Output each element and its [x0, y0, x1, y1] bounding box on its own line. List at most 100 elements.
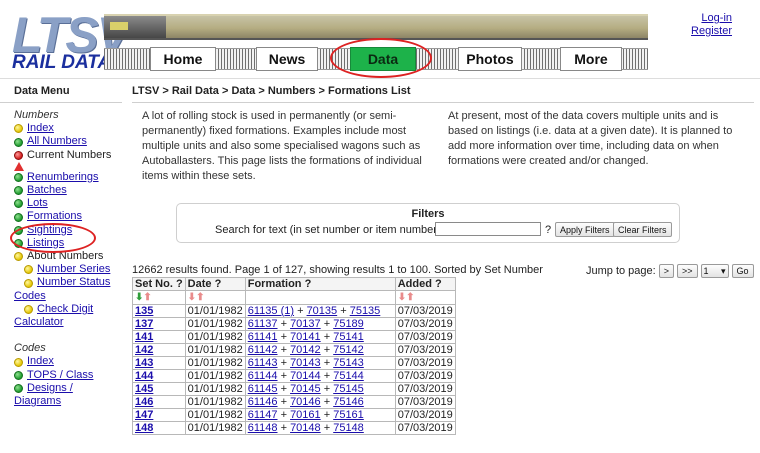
- set-number-link[interactable]: 143: [135, 357, 153, 369]
- sidebar-item-lots[interactable]: Lots: [14, 197, 124, 210]
- formation-item-link[interactable]: 61135 (1): [248, 305, 294, 317]
- formation-item-link[interactable]: 70148: [290, 422, 321, 434]
- nav-news[interactable]: News: [256, 47, 318, 71]
- col-header-date[interactable]: Date ?: [184, 277, 246, 291]
- formation-item-link[interactable]: 61137: [248, 318, 278, 330]
- sidebar-item-label[interactable]: Lots: [27, 197, 48, 210]
- formation-item-link[interactable]: 61143: [248, 357, 278, 369]
- sidebar-item-current-numbers: Current Numbers: [14, 149, 124, 162]
- sidebar-item-label[interactable]: Codes: [14, 290, 46, 303]
- formation-item-link[interactable]: 75148: [333, 422, 364, 434]
- formation-item-link[interactable]: 61148: [248, 422, 278, 434]
- sidebar-item-tops-class[interactable]: TOPS / Class: [14, 369, 124, 382]
- sidebar-item-check-digit[interactable]: Check Digit: [14, 303, 124, 316]
- formation-item-link[interactable]: 75144: [333, 370, 364, 382]
- sidebar-item-label[interactable]: Index: [27, 122, 54, 135]
- formation-item-link[interactable]: 70135: [307, 305, 338, 317]
- clear-filters-button[interactable]: Clear Filters: [613, 222, 672, 237]
- set-number-link[interactable]: 145: [135, 383, 153, 395]
- formation-item-link[interactable]: 75135: [350, 305, 381, 317]
- set-number-link[interactable]: 144: [135, 370, 153, 382]
- sidebar-item-label[interactable]: Designs /: [27, 382, 73, 395]
- sidebar-item-formations[interactable]: Formations: [14, 210, 124, 223]
- col-header-added[interactable]: Added ?: [394, 277, 456, 291]
- added-cell: 07/03/2019: [394, 343, 456, 357]
- formation-item-link[interactable]: 75189: [333, 318, 364, 330]
- next-page-button[interactable]: >: [658, 264, 674, 278]
- sidebar-item-calculator[interactable]: Calculator: [14, 316, 124, 329]
- set-number-link[interactable]: 148: [135, 422, 153, 434]
- sidebar-item-codes[interactable]: Codes: [14, 290, 124, 303]
- arrow-up-icon[interactable]: ⬆: [196, 292, 204, 303]
- sidebar-item-renumberings[interactable]: Renumberings: [14, 171, 124, 184]
- formation-cell: 61144 + 70144 + 75144: [244, 369, 396, 383]
- sidebar-item-label[interactable]: Formations: [27, 210, 82, 223]
- sidebar-item-label[interactable]: Calculator: [14, 316, 64, 329]
- added-cell: 07/03/2019: [394, 408, 456, 422]
- nav-more[interactable]: More: [560, 47, 622, 71]
- sidebar-item-designs[interactable]: Designs /: [14, 382, 124, 395]
- sidebar-item-label[interactable]: Number Series: [37, 263, 110, 276]
- login-link[interactable]: Log-in: [668, 12, 732, 25]
- formation-item-link[interactable]: 75142: [333, 344, 364, 356]
- go-button[interactable]: Go: [731, 264, 754, 278]
- formation-item-link[interactable]: 75143: [333, 357, 364, 369]
- search-help[interactable]: ?: [545, 224, 551, 236]
- set-number-link[interactable]: 142: [135, 344, 153, 356]
- sidebar-item-label[interactable]: Check Digit: [37, 303, 93, 316]
- formation-item-link[interactable]: 75141: [333, 331, 364, 343]
- sidebar-item-label[interactable]: Batches: [27, 184, 67, 197]
- sidebar-item-label[interactable]: Diagrams: [14, 395, 61, 408]
- search-input[interactable]: [435, 222, 541, 236]
- sidebar-item-label[interactable]: Renumberings: [27, 171, 99, 184]
- set-number-link[interactable]: 137: [135, 318, 153, 330]
- formation-item-link[interactable]: 70143: [290, 357, 321, 369]
- formation-item-link[interactable]: 70144: [290, 370, 321, 382]
- formation-item-link[interactable]: 70145: [290, 383, 321, 395]
- sidebar-item-number-series[interactable]: Number Series: [14, 263, 124, 276]
- last-page-button[interactable]: >>: [676, 264, 698, 278]
- sidebar-item-number-status[interactable]: Number Status: [14, 276, 124, 289]
- formation-item-link[interactable]: 61141: [248, 331, 278, 343]
- site-logo-subtitle[interactable]: RAIL DATA: [12, 52, 111, 74]
- formation-item-link[interactable]: 61142: [248, 344, 278, 356]
- nav-photos[interactable]: Photos: [458, 47, 522, 71]
- col-header-formation[interactable]: Formation ?: [244, 277, 396, 291]
- sidebar-item-index[interactable]: Index: [14, 122, 124, 135]
- sidebar-item-label[interactable]: Index: [27, 355, 54, 368]
- formation-item-link[interactable]: 70146: [290, 396, 321, 408]
- set-number-link[interactable]: 147: [135, 409, 153, 421]
- sidebar-item-diagrams[interactable]: Diagrams: [14, 395, 124, 408]
- formation-item-link[interactable]: 70161: [290, 409, 321, 421]
- sidebar-item-label[interactable]: TOPS / Class: [27, 369, 93, 382]
- sidebar-item-batches[interactable]: Batches: [14, 184, 124, 197]
- formation-item-link[interactable]: 75161: [333, 409, 364, 421]
- formation-item-link[interactable]: 61146: [248, 396, 278, 408]
- formation-item-link[interactable]: 70142: [290, 344, 321, 356]
- formation-item-link[interactable]: 61147: [248, 409, 278, 421]
- apply-filters-button[interactable]: Apply Filters: [555, 222, 615, 237]
- set-number-link[interactable]: 146: [135, 396, 153, 408]
- set-number-link[interactable]: 141: [135, 331, 153, 343]
- formation-item-link[interactable]: 75146: [333, 396, 364, 408]
- sidebar-item-all-numbers[interactable]: All Numbers: [14, 135, 124, 148]
- arrow-down-icon[interactable]: ⬇: [398, 292, 406, 303]
- formations-highlight-ring: [10, 223, 96, 253]
- arrow-up-icon[interactable]: ⬆: [406, 292, 414, 303]
- col-header-set[interactable]: Set No. ?: [132, 277, 186, 291]
- formation-item-link[interactable]: 61145: [248, 383, 278, 395]
- sidebar-item-label[interactable]: All Numbers: [27, 135, 87, 148]
- sidebar-item-label: Current Numbers: [27, 148, 112, 161]
- nav-home[interactable]: Home: [150, 47, 216, 71]
- arrow-down-icon[interactable]: ⬇: [188, 292, 196, 303]
- formation-item-link[interactable]: 70141: [290, 331, 321, 343]
- arrow-up-icon[interactable]: ⬆: [143, 292, 151, 303]
- sidebar-item-index[interactable]: Index: [14, 355, 124, 368]
- page-select[interactable]: 1 ▾: [700, 264, 729, 278]
- register-link[interactable]: Register: [668, 25, 732, 38]
- formation-item-link[interactable]: 61144: [248, 370, 278, 382]
- sidebar-item-label[interactable]: Number Status: [37, 276, 110, 289]
- formation-item-link[interactable]: 70137: [290, 318, 321, 330]
- set-number-link[interactable]: 135: [135, 305, 153, 317]
- formation-item-link[interactable]: 75145: [333, 383, 364, 395]
